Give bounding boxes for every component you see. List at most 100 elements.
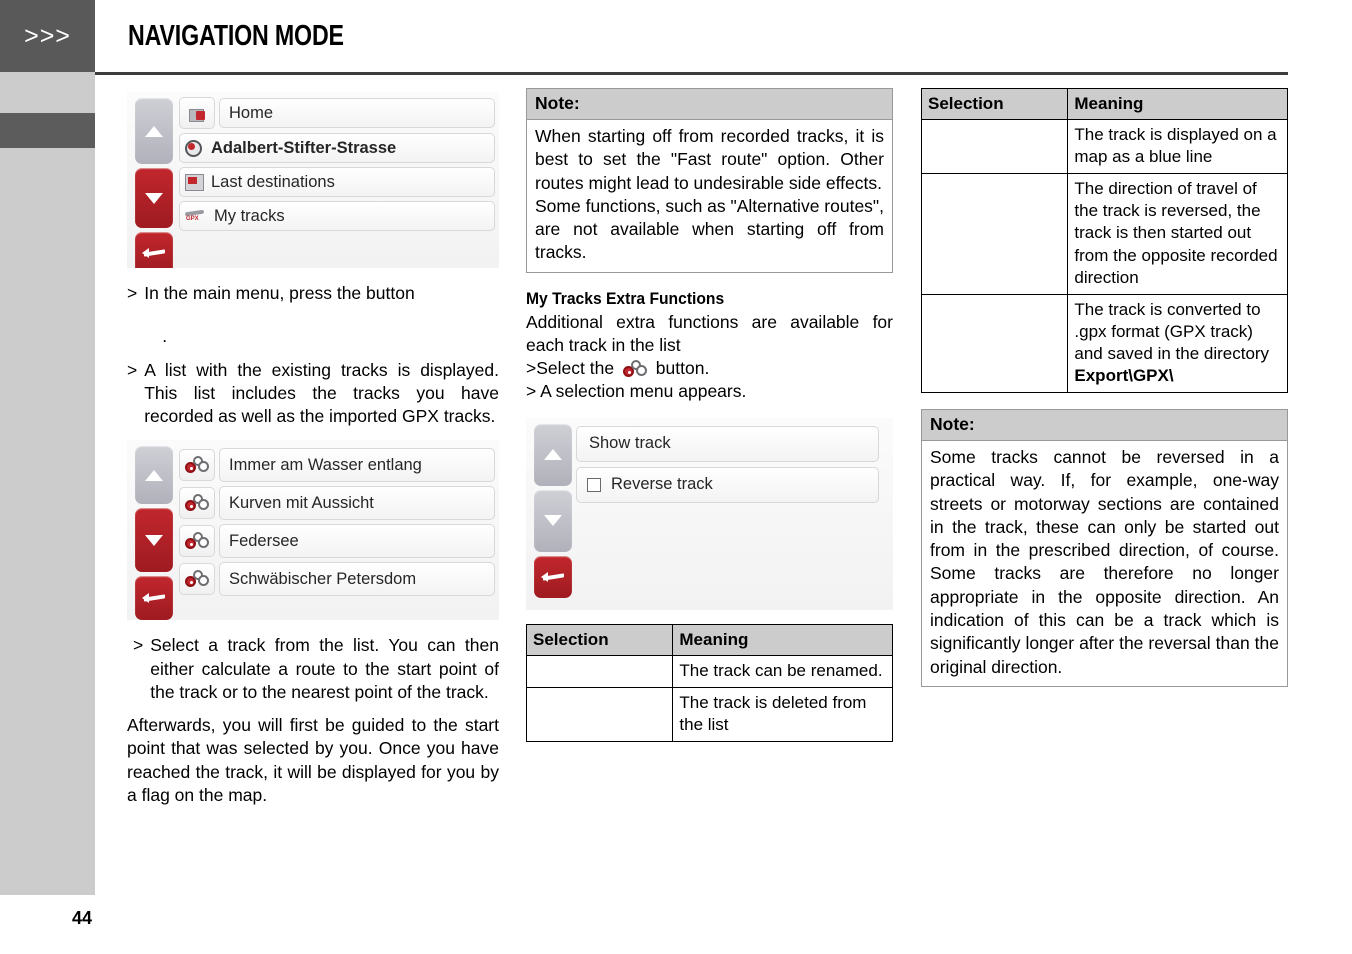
column-1: Home Adalbert-Stifter-Strasse Last desti… <box>127 88 499 807</box>
triangle-down-icon <box>544 515 562 527</box>
scroll-down-button[interactable] <box>534 489 572 552</box>
arrow-left-icon <box>142 247 166 259</box>
triangle-up-icon <box>544 449 562 461</box>
table-row: The track can be renamed. <box>525 654 893 688</box>
cell-selection-icon <box>525 686 674 743</box>
note-heading: Note: <box>922 410 1287 442</box>
selection-menu-screenshot: Show track Reverse track <box>526 417 893 610</box>
track-row[interactable]: Schwäbischer Petersdom <box>179 562 495 597</box>
back-button[interactable] <box>135 232 173 268</box>
sidebar-light-band-2 <box>0 148 95 895</box>
arrow-left-icon <box>142 592 166 604</box>
page-header: NAVIGATION MODE <box>128 0 1288 72</box>
note-body: When starting off from recorded tracks, … <box>527 120 892 272</box>
cell-selection-icon <box>920 119 1069 175</box>
scroll-up-button[interactable] <box>534 423 572 486</box>
track-row[interactable]: Federsee <box>179 524 495 559</box>
back-button[interactable] <box>534 555 572 598</box>
bullet-2-text: A list with the existing tracks is displ… <box>144 359 499 427</box>
arrow-left-icon <box>541 571 565 583</box>
menu-item-last-destinations-label: Last destinations <box>179 167 495 197</box>
step-1-suffix: button. <box>655 358 710 379</box>
menu-item-destination-text: Adalbert-Stifter-Strasse <box>211 138 397 157</box>
selection-meaning-table-1: Selection Meaning The track can be renam… <box>525 623 893 743</box>
gear-icon[interactable] <box>179 563 215 596</box>
chevron-right-icon: >>> <box>24 21 71 50</box>
show-track-label: Show track <box>576 425 879 462</box>
column-header-selection: Selection <box>920 87 1069 121</box>
note-body: Some tracks cannot be reversed in a prac… <box>922 441 1287 686</box>
reverse-track-row: Reverse track <box>576 466 879 503</box>
reverse-track-checkbox[interactable] <box>587 477 601 492</box>
screenshot-nav-column <box>135 98 173 268</box>
selection-menu-list: Show track Reverse track <box>576 425 879 507</box>
tracks-list-screenshot: Immer am Wasser entlang Kurven mit Aussi… <box>127 440 499 621</box>
bullet-text: In the main menu, press the button . <box>144 282 499 349</box>
scroll-down-button[interactable] <box>135 168 173 228</box>
table-header-row: Selection Meaning <box>920 87 1288 121</box>
cell-selection-icon <box>525 654 674 688</box>
table-row: The track is deleted from the list <box>525 686 893 743</box>
menu-item-my-tracks-label: My tracks <box>179 201 495 231</box>
back-button[interactable] <box>135 576 173 621</box>
note-paragraph-1: When starting off from recorded tracks, … <box>535 126 884 193</box>
table-header-row: Selection Meaning <box>525 623 893 656</box>
sidebar-light-band-1 <box>0 72 95 113</box>
menu-item-reverse-track[interactable]: Reverse track <box>576 466 879 503</box>
menu-item-last-destinations-text: Last destinations <box>211 172 335 191</box>
cell-meaning: The track is deleted from the list <box>672 686 893 743</box>
scroll-down-button[interactable] <box>135 508 173 573</box>
triangle-up-icon <box>145 469 163 481</box>
menu-item-home[interactable]: Home <box>179 97 495 129</box>
cell-meaning-text: The track is converted to .gpx format (G… <box>1074 299 1270 363</box>
track-label: Immer am Wasser entlang <box>219 448 495 483</box>
triangle-down-icon <box>145 534 163 546</box>
cell-meaning: The track can be renamed. <box>672 654 893 688</box>
note-paragraph-2: Some functions, such as "Alternative rou… <box>535 195 884 263</box>
menu-item-my-tracks[interactable]: My tracks <box>179 201 495 231</box>
menu-item-destination-label: Adalbert-Stifter-Strasse <box>179 133 495 163</box>
cell-meaning: The track is displayed on a map as a blu… <box>1067 119 1288 175</box>
track-row[interactable]: Kurven mit Aussicht <box>179 486 495 521</box>
gear-icon[interactable] <box>179 525 215 558</box>
menu-item-destination[interactable]: Adalbert-Stifter-Strasse <box>179 133 495 163</box>
section-subheading: My Tracks Extra Functions <box>526 288 725 308</box>
screenshot-nav-column <box>534 423 572 602</box>
note-box-fast-route: Note: When starting off from recorded tr… <box>526 88 893 273</box>
extra-functions-step-2: > A selection menu appears. <box>526 381 747 402</box>
triangle-down-icon <box>145 192 163 204</box>
destination-pin-icon <box>184 139 205 158</box>
extra-functions-intro: Additional extra functions are available… <box>526 311 893 355</box>
page-number: 44 <box>72 908 93 928</box>
menu-item-last-destinations[interactable]: Last destinations <box>179 167 495 197</box>
scroll-up-button[interactable] <box>135 446 173 505</box>
bullet-marker: > <box>133 635 144 656</box>
table-row: The track is displayed on a map as a blu… <box>920 119 1288 175</box>
scroll-up-button[interactable] <box>135 98 173 164</box>
instruction-bullet-2: > A list with the existing tracks is dis… <box>127 359 499 429</box>
note-paragraph-1: Some tracks cannot be reversed in a prac… <box>930 447 1279 677</box>
cell-meaning: The direction of travel of the track is … <box>1067 173 1288 295</box>
note-heading: Note: <box>527 89 892 120</box>
bullet-marker: > <box>127 283 138 303</box>
track-row[interactable]: Immer am Wasser entlang <box>179 448 495 483</box>
track-label: Kurven mit Aussicht <box>219 486 495 521</box>
main-menu-list: Home Adalbert-Stifter-Strasse Last desti… <box>179 97 495 235</box>
menu-item-home-label: Home <box>219 98 495 128</box>
home-icon <box>179 97 215 129</box>
export-path: Export\GPX\ <box>1074 366 1174 386</box>
extra-functions-step-1: >Select the button. <box>526 357 893 380</box>
track-label: Federsee <box>219 524 495 559</box>
gear-icon[interactable] <box>179 449 215 482</box>
bullet-3-text: Select a track from the list. You can th… <box>150 635 499 702</box>
selection-meaning-table-2: Selection Meaning The track is displayed… <box>920 87 1288 394</box>
track-label: Schwäbischer Petersdom <box>219 562 495 597</box>
gear-icon[interactable] <box>179 487 215 520</box>
last-destinations-icon <box>184 173 205 191</box>
column-2: Note: When starting off from recorded tr… <box>525 88 893 758</box>
menu-item-show-track[interactable]: Show track <box>576 425 879 462</box>
cell-selection-icon <box>920 293 1069 394</box>
cell-meaning-export: The track is converted to .gpx format (G… <box>1067 293 1288 394</box>
page-title: NAVIGATION MODE <box>128 19 344 52</box>
header-divider <box>95 72 1288 75</box>
